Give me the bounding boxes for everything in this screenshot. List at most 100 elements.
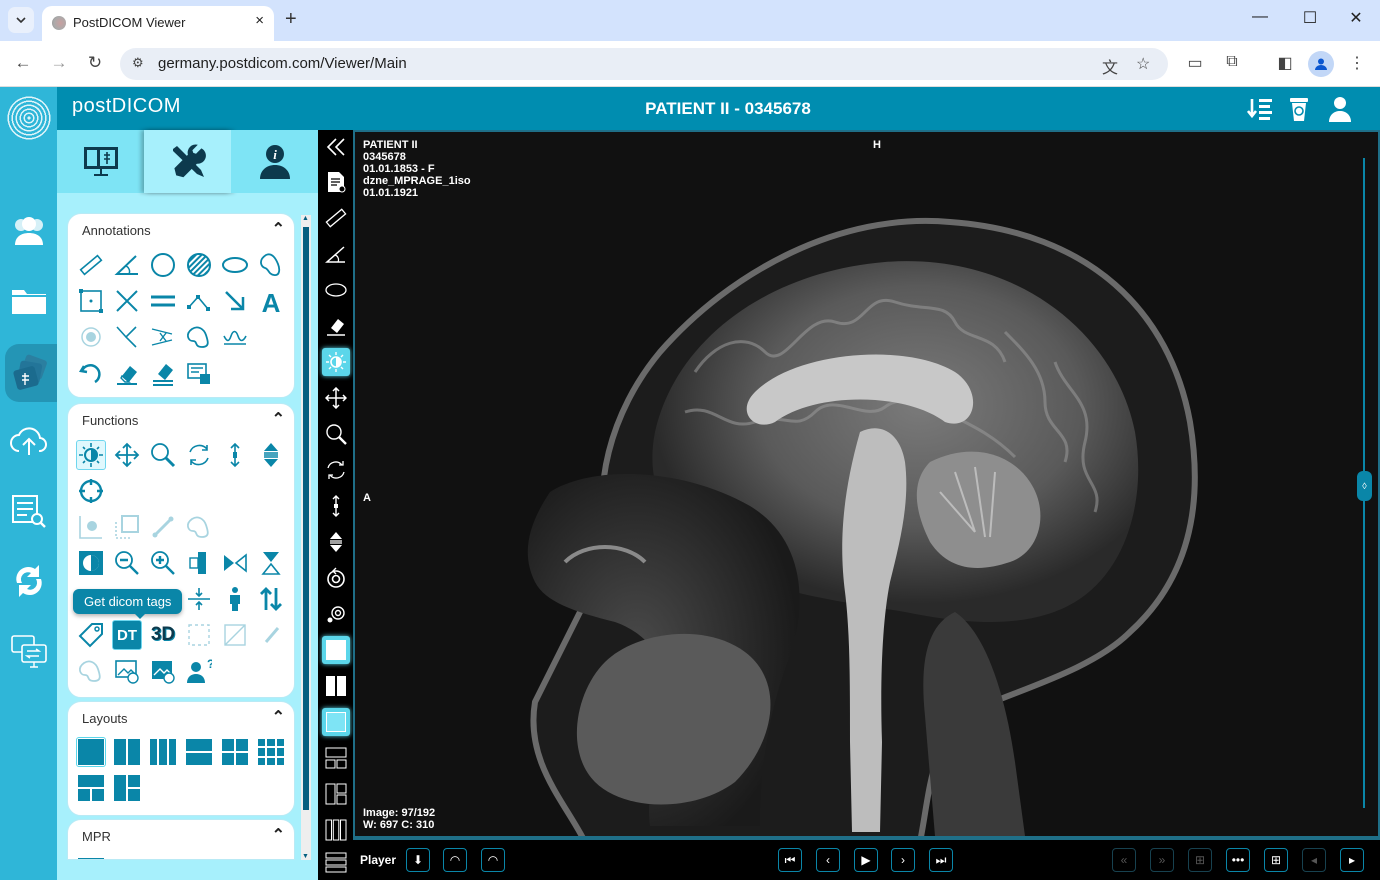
hatched-circle-tool[interactable] [184,250,214,280]
rectangle-roi-tool[interactable] [76,286,106,316]
stack-button[interactable] [322,528,350,556]
layout-1-top-2-bottom[interactable] [76,773,106,803]
next-patient-button[interactable]: ▸ [1340,848,1364,872]
new-tab-button[interactable]: + [285,8,297,31]
close-window-button[interactable]: ✕ [1341,8,1371,28]
extensions-icon[interactable]: ⧉ [1220,53,1244,71]
recycle-bin-icon[interactable] [1285,95,1313,123]
layout-3x3[interactable] [256,737,286,767]
crosshair-tool[interactable] [76,476,106,506]
collapse-layouts-button[interactable]: ⌃ [272,707,285,727]
ellipse-tool[interactable] [220,250,250,280]
flip-vertical-tool[interactable] [256,548,286,578]
ellipse-button[interactable] [322,276,350,304]
scroll-stack-button[interactable] [322,492,350,520]
bidirectional-tool[interactable] [148,322,178,352]
collapse-panel-button[interactable] [322,133,350,161]
tab-viewer[interactable] [57,130,144,193]
freehand-roi-tool[interactable] [256,250,286,280]
rotate-button[interactable] [322,456,350,484]
save-annotations-tool[interactable] [184,358,214,388]
omnibox[interactable]: ⚙ germany.postdicom.com/Viewer/Main ⽂ ☆ [120,48,1168,80]
close-tab-button[interactable]: × [255,12,264,29]
magnify-region-tool[interactable] [112,512,142,542]
cross-tool[interactable] [112,286,142,316]
translate-icon[interactable]: ⽂ [1102,54,1118,78]
eraser-button[interactable] [322,312,350,340]
freehand-region-tool[interactable] [184,512,214,542]
export-image-tool[interactable] [112,656,142,686]
download-cine-button[interactable]: ⬇ [406,848,430,872]
rail-screens[interactable] [4,626,54,676]
curve-tool[interactable] [220,322,250,352]
last-image-button[interactable]: ⏭ [929,848,953,872]
previous-series-button[interactable]: « [1112,848,1136,872]
rotate-right-tool[interactable] [184,548,214,578]
pan-tool[interactable] [112,440,142,470]
sort-list-icon[interactable] [1246,95,1274,123]
image-viewport[interactable]: PATIENT II 0345678 01.01.1853 - F dzne_M… [353,130,1380,838]
flip-horizontal-tool[interactable] [220,548,250,578]
decrease-speed-button[interactable]: ◠ [443,848,467,872]
parallel-lines-tool[interactable] [148,286,178,316]
tab-tools[interactable] [144,130,231,193]
site-settings-icon[interactable]: ⚙ [132,55,144,71]
layout-1-left-2-right[interactable] [112,773,142,803]
stack-tool[interactable] [256,440,286,470]
increase-speed-button[interactable]: ◠ [481,848,505,872]
layout-1-left-2-right-button[interactable] [322,780,350,808]
menu-dots-icon[interactable]: ⋮ [1345,53,1369,73]
forward-button[interactable]: → [47,53,71,73]
bone-tool[interactable] [148,512,178,542]
scroll-up-arrow[interactable]: ▲ [302,215,309,222]
sort-tool[interactable] [256,584,286,614]
scroll-stack-tool[interactable] [220,440,250,470]
screenshot-icon[interactable]: ▭ [1183,53,1207,73]
text-tool[interactable]: A [256,286,286,316]
rail-folder[interactable] [4,276,54,326]
get-dicom-tags-button[interactable]: DT [112,620,142,650]
scroll-down-arrow[interactable]: ▼ [302,853,309,860]
reload-button[interactable]: ↻ [83,53,107,73]
layout-2x2[interactable] [220,737,250,767]
reset-window-button[interactable] [322,600,350,628]
zoom-in-tool[interactable] [148,548,178,578]
layout-1x1[interactable] [76,737,106,767]
single-view-button[interactable] [322,636,350,664]
scrollbar-thumb[interactable] [303,227,309,810]
angle-button[interactable] [322,240,350,268]
bone-rotate-tool[interactable] [256,620,286,650]
tag-tool[interactable] [76,620,106,650]
bookmark-star-icon[interactable]: ☆ [1136,54,1150,74]
zoom-out-tool[interactable] [112,548,142,578]
slice-slider-handle[interactable]: ◊ [1357,471,1372,502]
circle-tool[interactable] [148,250,178,280]
collapse-annotations-button[interactable]: ⌃ [272,219,285,239]
first-image-button[interactable]: ⏮ [778,848,802,872]
next-image-button[interactable]: › [891,848,915,872]
collapse-functions-button[interactable]: ⌃ [272,409,285,429]
layout-1x3[interactable] [148,737,178,767]
body-tool[interactable] [220,584,250,614]
3d-tool[interactable]: 3D [148,620,178,650]
patient-help-tool[interactable]: ? [184,656,214,686]
erase-all-tool[interactable] [148,358,178,388]
polyline-tool[interactable] [184,286,214,316]
previous-image-button[interactable]: ‹ [816,848,840,872]
rail-search-list[interactable] [4,486,54,536]
rotate-tool[interactable] [184,440,214,470]
layout-2x1[interactable] [184,737,214,767]
minimize-button[interactable]: — [1245,8,1275,26]
undo-region-tool[interactable] [76,656,106,686]
reset-button[interactable] [322,564,350,592]
save-image-tool[interactable] [148,656,178,686]
rail-patients[interactable] [4,206,54,256]
diagonal-tool[interactable] [220,620,250,650]
tab-search-button[interactable] [8,7,34,33]
pan-button[interactable] [322,384,350,412]
undo-tool[interactable] [76,358,106,388]
layout-1x3-button[interactable] [322,816,350,844]
user-icon[interactable] [1326,95,1354,123]
next-grid-button[interactable]: ⊞ [1264,848,1288,872]
window-level-tool[interactable] [76,440,106,470]
